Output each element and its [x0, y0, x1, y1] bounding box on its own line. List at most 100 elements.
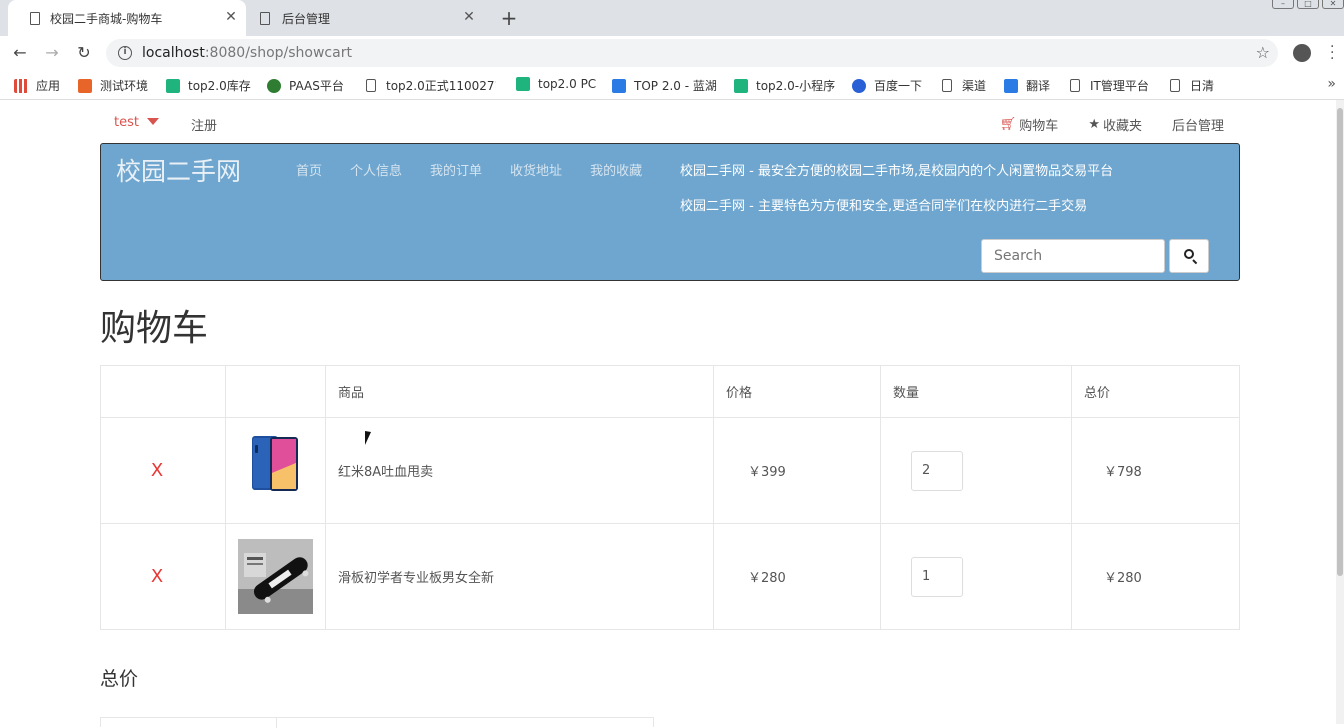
shopping-cart-icon: 🛒︎: [999, 117, 1017, 132]
header-image: [225, 365, 326, 418]
reload-icon[interactable]: ↻: [73, 42, 95, 64]
remove-item-button[interactable]: X: [101, 460, 225, 481]
maximize-icon[interactable]: □: [1297, 0, 1319, 9]
product-image-skateboard[interactable]: [238, 539, 313, 614]
nav-orders[interactable]: 我的订单: [430, 160, 482, 179]
site-brand[interactable]: 校园二手网: [116, 152, 241, 188]
tab-admin[interactable]: 后台管理 ✕: [246, 0, 484, 36]
product-name[interactable]: 红米8A吐血甩卖: [325, 417, 714, 524]
username: test: [114, 115, 139, 130]
cart-link[interactable]: 🛒︎ 购物车: [1000, 115, 1059, 134]
bookmark-top2-miniprogram[interactable]: top2.0-小程序: [734, 77, 835, 94]
table-row: X 红米8A吐血甩卖 ￥399 ￥798: [100, 417, 1240, 524]
bookmark-label: PAAS平台: [289, 79, 344, 93]
paas-icon: [267, 78, 281, 93]
new-tab-button[interactable]: +: [498, 6, 520, 30]
profile-avatar-icon[interactable]: [1293, 44, 1311, 62]
product-name[interactable]: 滑板初学者专业板男女全新: [325, 523, 714, 630]
product-image-phone[interactable]: [238, 433, 313, 508]
remove-item-button[interactable]: X: [101, 566, 225, 587]
url-text: localhost:8080/shop/showcart: [142, 45, 352, 61]
scrollbar-thumb[interactable]: [1337, 108, 1343, 576]
url-input[interactable]: i localhost:8080/shop/showcart ☆: [106, 39, 1278, 67]
caret-down-icon: [146, 118, 159, 125]
close-window-icon[interactable]: ✕: [1322, 0, 1344, 9]
search-icon: [1184, 249, 1194, 259]
admin-link[interactable]: 后台管理: [1172, 115, 1224, 134]
lanhu-icon: [612, 78, 626, 93]
quantity-input[interactable]: [911, 450, 963, 491]
bookmark-riqing[interactable]: 日清: [1170, 77, 1214, 94]
page-scrollbar[interactable]: [1336, 100, 1344, 724]
search-icon-handle: [1192, 259, 1198, 265]
bookmark-translate[interactable]: 翻译: [1004, 77, 1050, 94]
play-icon: [166, 78, 180, 93]
bookmark-it-platform[interactable]: IT管理平台: [1070, 77, 1149, 94]
bookmark-label: top2.0正式1100271: [386, 79, 496, 93]
bookmark-label: IT管理平台: [1090, 79, 1149, 93]
info-icon[interactable]: i: [118, 46, 132, 60]
row-total: ￥798: [1071, 417, 1240, 524]
close-icon[interactable]: ✕: [224, 10, 238, 24]
apps-grid-icon: [14, 78, 28, 93]
table-row: X 滑板初学者专业板男女全新 ￥280 ￥280: [100, 523, 1240, 630]
nav-address[interactable]: 收货地址: [510, 160, 562, 179]
nav-home[interactable]: 首页: [296, 160, 322, 179]
top-navbar: test 注册 🛒︎ 购物车 ★ 收藏夹 后台管理: [100, 103, 1240, 143]
page-icon: [366, 79, 376, 92]
register-link[interactable]: 注册: [191, 115, 217, 134]
page-icon: [30, 12, 40, 25]
header-price: 价格: [713, 365, 881, 418]
user-dropdown[interactable]: test: [114, 115, 159, 130]
nav-profile[interactable]: 个人信息: [350, 160, 402, 179]
bookmark-baidu[interactable]: 百度一下: [852, 77, 922, 94]
bookmark-paas[interactable]: PAAS平台: [267, 77, 344, 94]
table-divider: [276, 718, 277, 728]
bookmark-apps[interactable]: 应用: [14, 77, 60, 94]
minimize-icon[interactable]: –: [1272, 0, 1294, 9]
slogans: 校园二手网 - 最安全方便的校园二手市场,是校园内的个人闲置物品交易平台 校园二…: [680, 154, 1113, 224]
bookmark-top2-prod[interactable]: top2.0正式1100271: [366, 77, 496, 94]
bookmark-label: 应用: [36, 79, 61, 93]
menu-kebab-icon[interactable]: · · ·: [1330, 40, 1334, 66]
bookmark-top2-stock[interactable]: top2.0库存: [166, 77, 251, 94]
forward-arrow-icon[interactable]: →: [41, 42, 63, 64]
page-icon: [1170, 79, 1180, 92]
admin-label: 后台管理: [1171, 119, 1224, 134]
bookmark-label: top2.0 PC: [538, 77, 597, 91]
tab-title: 后台管理: [282, 11, 331, 26]
page-title: 购物车: [100, 308, 209, 349]
bookmark-test-env[interactable]: 测试环境: [78, 77, 148, 94]
slogan-line: 校园二手网 - 最安全方便的校园二手市场,是校园内的个人闲置物品交易平台: [680, 164, 1114, 179]
nav-favorites[interactable]: 我的收藏: [590, 160, 642, 179]
bookmarks-more-icon[interactable]: »: [1327, 76, 1336, 92]
bookmark-label: 翻译: [1026, 79, 1051, 93]
header-total: 总价: [1071, 365, 1240, 418]
star-icon: ★: [1088, 117, 1100, 132]
bookmark-label: top2.0库存: [188, 79, 251, 93]
close-icon[interactable]: ✕: [462, 10, 476, 24]
site-header: 校园二手网 首页 个人信息 我的订单 收货地址 我的收藏 校园二手网 - 最安全…: [100, 143, 1240, 281]
cart-label: 购物车: [1019, 119, 1059, 134]
url-path: :8080/shop/showcart: [204, 45, 352, 61]
url-host: localhost: [142, 45, 205, 61]
bookmark-top2-pc[interactable]: top2.0 PC: [516, 77, 596, 91]
search-input[interactable]: [981, 239, 1165, 273]
bookmark-channel[interactable]: 渠道: [942, 77, 986, 94]
total-heading: 总价: [100, 668, 139, 690]
main-nav: 首页 个人信息 我的订单 收货地址 我的收藏: [296, 160, 642, 179]
tab-cart[interactable]: 校园二手商城-购物车 ✕: [8, 0, 246, 36]
back-arrow-icon[interactable]: ←: [9, 42, 31, 64]
bookmarks-bar: 应用 测试环境 top2.0库存 PAAS平台 top2.0正式1100271 …: [0, 70, 1344, 100]
bookmark-lanhu[interactable]: TOP 2.0 - 蓝湖: [612, 77, 717, 94]
window-controls: – □ ✕: [1269, 0, 1344, 9]
table-header-row: 商品 价格 数量 总价: [100, 365, 1240, 418]
favorites-link[interactable]: ★ 收藏夹: [1088, 115, 1142, 134]
bookmark-star-icon[interactable]: ☆: [1256, 43, 1270, 62]
page-icon: [260, 12, 270, 25]
bookmark-label: top2.0-小程序: [756, 79, 836, 93]
quantity-input[interactable]: [911, 556, 963, 597]
page-icon: [942, 79, 952, 92]
search-button[interactable]: [1169, 239, 1209, 273]
bookmark-label: TOP 2.0 - 蓝湖: [634, 79, 717, 93]
